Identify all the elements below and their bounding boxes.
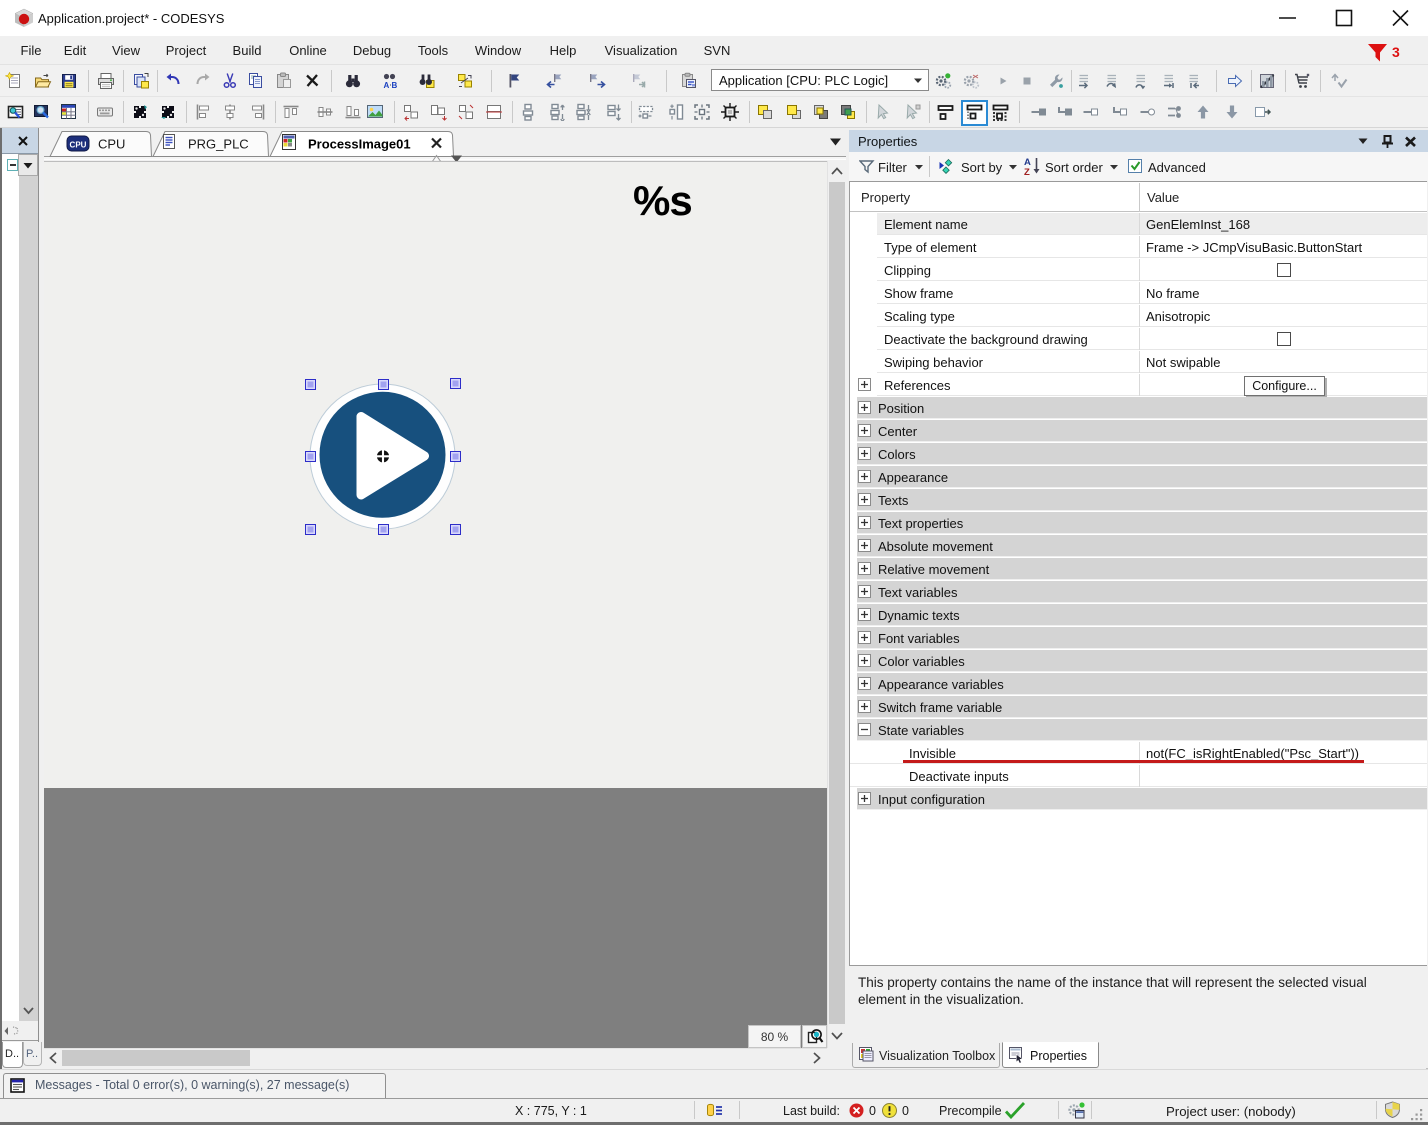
svg-text:B: B <box>392 81 398 90</box>
svg-text:CPU: CPU <box>70 141 87 150</box>
svg-text:ProcessImage01: ProcessImage01 <box>308 137 411 152</box>
svg-text:CPU: CPU <box>98 137 125 152</box>
svg-text:PRG_PLC: PRG_PLC <box>188 137 249 152</box>
svg-text:A: A <box>384 81 390 90</box>
svg-text:Z: Z <box>1024 167 1030 176</box>
